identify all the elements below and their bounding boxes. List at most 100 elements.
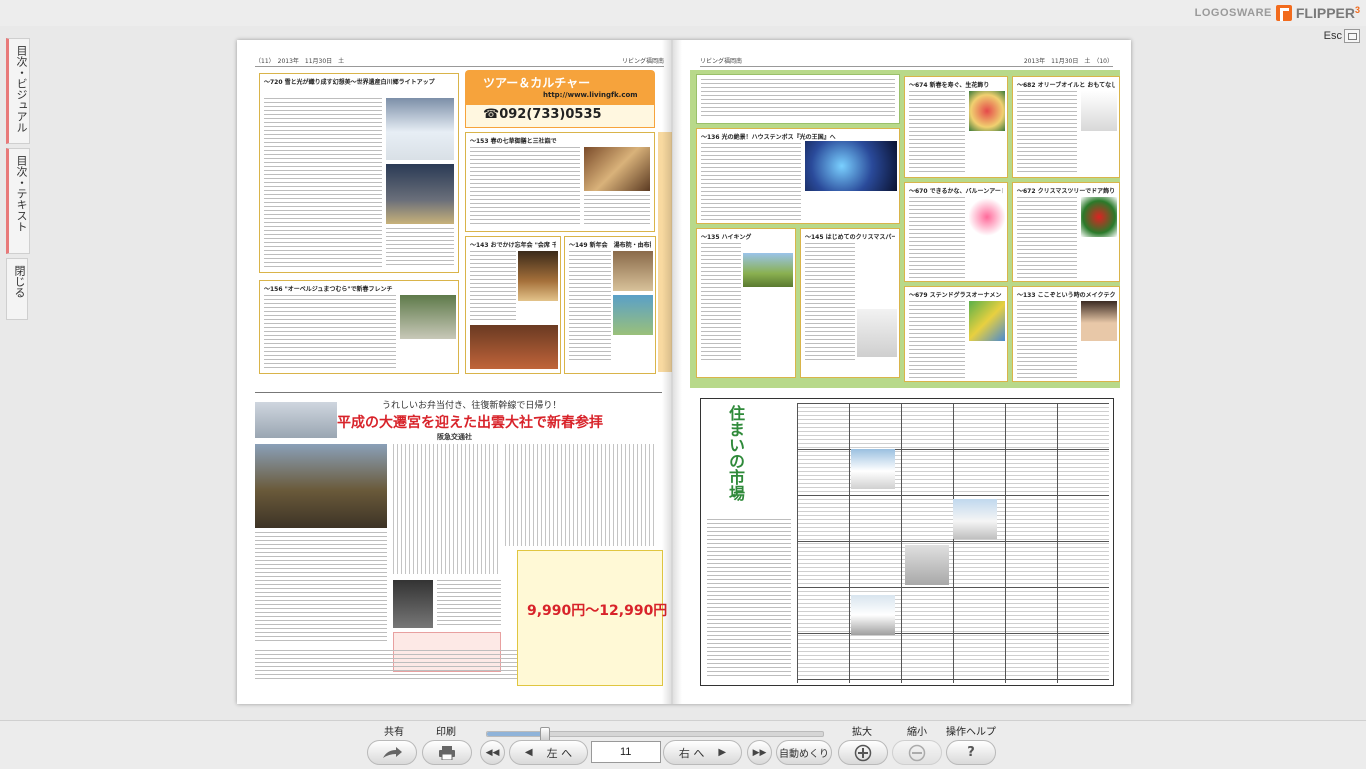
izumo-ad-subtitle: うれしいお弁当付き、往復新幹線で日帰り！ xyxy=(382,401,562,411)
article-huis-ten-bosch: ～136 光の絶景！ハウステンボス『光の王国』へ xyxy=(696,128,900,224)
logo-brand: LOGOSWARE xyxy=(1194,7,1272,19)
tour-schedule-table xyxy=(255,532,387,642)
logo-product: FLIPPER3 xyxy=(1295,5,1360,21)
next-page-label: 右 へ xyxy=(678,746,705,760)
first-page-button[interactable]: ◀◀ xyxy=(480,740,505,765)
restaurant-photo xyxy=(518,251,558,301)
auto-flip-button[interactable]: 自動めくり xyxy=(776,740,832,765)
last-page-button[interactable]: ▶▶ xyxy=(747,740,772,765)
article-text xyxy=(909,301,965,379)
bottom-toolbar: 共有 印刷 拡大 縮小 操作ヘルプ ◀◀ ◀ 左 へ 右 へ ▶ ▶▶ 自動めく… xyxy=(0,720,1366,769)
article-title: ～136 光の絶景！ハウステンボス『光の王国』へ xyxy=(701,134,836,141)
page-number-input[interactable] xyxy=(591,741,661,763)
right-page[interactable]: リビング福岡南 2013年 11月30日 土 （10） ～136 光の絶景！ハウ… xyxy=(682,40,1131,704)
zoom-out-button[interactable] xyxy=(892,740,942,765)
article-text xyxy=(909,197,965,279)
article-title: ～153 春の七草御膳と三社詣で xyxy=(470,138,557,145)
article-title: ～135 ハイキング xyxy=(701,234,752,241)
contact-phone: ☎092(733)0535 xyxy=(483,107,602,122)
dish-photo xyxy=(1081,91,1117,131)
ornament-photo xyxy=(969,301,1005,341)
right-arrow-icon: ▶ xyxy=(718,747,727,758)
floorplan-image xyxy=(905,545,949,585)
auberge-photo xyxy=(400,295,456,339)
izumo-ad-vertical-text xyxy=(393,444,501,574)
left-header-date: （11） 2013年 11月30日 土 xyxy=(255,58,345,65)
left-header-title: リビング福岡南 xyxy=(621,58,664,65)
article-olive-oil: ～682 オリーブオイルと おもてなしメニュー xyxy=(1012,76,1120,178)
article-text xyxy=(569,251,611,361)
guide-photo xyxy=(393,580,433,628)
book-spread[interactable]: （11） 2013年 11月30日 土 リビング福岡南 ～720 雪と光が織り成… xyxy=(237,40,1131,704)
article-title: ～679 ステンドグラスオーナメント xyxy=(909,292,1003,299)
print-button[interactable] xyxy=(422,740,472,765)
illumination-photo xyxy=(805,141,897,191)
article-title: ～149 新年会 湯布院・由布院で過ごす極上の時間 xyxy=(569,242,651,249)
website-url[interactable]: http://www.livingfk.com xyxy=(543,91,638,99)
article-title: ～672 クリスマスツリーでドア飾り xyxy=(1017,188,1115,195)
left-page-header: （11） 2013年 11月30日 土 リビング福岡南 xyxy=(255,56,664,67)
zoom-out-label: 縮小 xyxy=(907,727,927,738)
article-text xyxy=(701,243,741,363)
top-bar: LOGOSWARE FLIPPER3 xyxy=(0,0,1366,26)
page-slider[interactable] xyxy=(486,727,824,742)
mountain-photo xyxy=(743,253,793,287)
article-makeup: ～133 ここぞという時のメイクテク xyxy=(1012,286,1120,382)
esc-label: Esc xyxy=(1323,30,1342,42)
article-title: ～670 できるかな、バルーンアート xyxy=(909,188,1003,195)
share-label: 共有 xyxy=(384,727,404,738)
article-shirakawago: ～720 雪と光が織り成す幻想美～世界遺産白川郷ライトアップ xyxy=(259,73,459,273)
izumo-ad-company: 阪急交通社 xyxy=(437,433,472,441)
help-label: 操作ヘルプ xyxy=(946,727,996,738)
share-button[interactable] xyxy=(367,740,417,765)
article-french: ～156 "オーベルジュまつむら"で新春フレンチ xyxy=(259,280,459,374)
article-title: ～156 "オーベルジュまつむら"で新春フレンチ xyxy=(264,286,393,293)
next-page-button[interactable]: 右 へ ▶ xyxy=(663,740,742,765)
guide-comment xyxy=(437,580,501,628)
article-hiking: ～135 ハイキング xyxy=(696,228,796,378)
house-photo xyxy=(851,449,895,489)
printer-icon xyxy=(439,745,455,760)
market-listing-column xyxy=(707,519,791,679)
zoom-in-label: 拡大 xyxy=(852,727,872,738)
article-text xyxy=(1017,197,1077,279)
article-flower-arrangement: ～674 新春を寿ぐ、生花飾り xyxy=(904,76,1008,178)
help-button[interactable]: ? xyxy=(946,740,996,765)
book-spine xyxy=(662,40,682,704)
section-divider xyxy=(255,392,662,393)
tab-text-toc[interactable]: 目次・テキスト xyxy=(6,148,30,254)
article-title: ～145 はじめてのクリスマスパーティ xyxy=(805,234,895,241)
house-photo xyxy=(851,595,895,635)
flower-photo xyxy=(969,91,1005,131)
listing-grid xyxy=(797,403,1109,683)
onsen-photo xyxy=(613,295,653,335)
article-title: ～143 おでかけ忘年会 "会席 千匹丸" xyxy=(470,242,556,249)
tour-culture-title: ツアー＆カルチャー xyxy=(483,76,591,90)
notice-text xyxy=(701,79,895,119)
article-text xyxy=(470,251,516,321)
help-icon: ? xyxy=(967,745,975,760)
right-page-header: リビング福岡南 2013年 11月30日 土 （10） xyxy=(700,56,1113,67)
article-christmas-wreath: ～672 クリスマスツリーでドア飾り xyxy=(1012,182,1120,282)
left-arrow-icon: ◀ xyxy=(524,747,533,758)
article-text xyxy=(470,147,580,227)
instructor-photo xyxy=(857,309,897,357)
tab-visual-toc[interactable]: 目次・ビジュアル xyxy=(6,38,30,144)
article-title: ～674 新春を寿ぐ、生花飾り xyxy=(909,82,990,89)
article-text xyxy=(701,143,801,221)
exit-fullscreen-button[interactable] xyxy=(1344,29,1360,43)
wreath-photo xyxy=(1081,197,1117,237)
article-balloon-art: ～670 できるかな、バルーンアート xyxy=(904,182,1008,282)
article-text xyxy=(805,243,855,363)
zoom-in-button[interactable] xyxy=(838,740,888,765)
shrine-photo xyxy=(255,444,387,528)
article-info xyxy=(386,228,454,268)
article-title: ～682 オリーブオイルと おもてなしメニュー xyxy=(1017,82,1115,89)
prev-page-button[interactable]: ◀ 左 へ xyxy=(509,740,588,765)
tab-close[interactable]: 閉じる xyxy=(6,258,28,320)
zoom-out-icon xyxy=(908,744,926,761)
left-page[interactable]: （11） 2013年 11月30日 土 リビング福岡南 ～720 雪と光が織り成… xyxy=(237,40,682,704)
article-title: ～133 ここぞという時のメイクテク xyxy=(1017,292,1115,299)
article-yufuin: ～149 新年会 湯布院・由布院で過ごす極上の時間 xyxy=(564,236,656,374)
prev-page-label: 左 へ xyxy=(546,746,573,760)
